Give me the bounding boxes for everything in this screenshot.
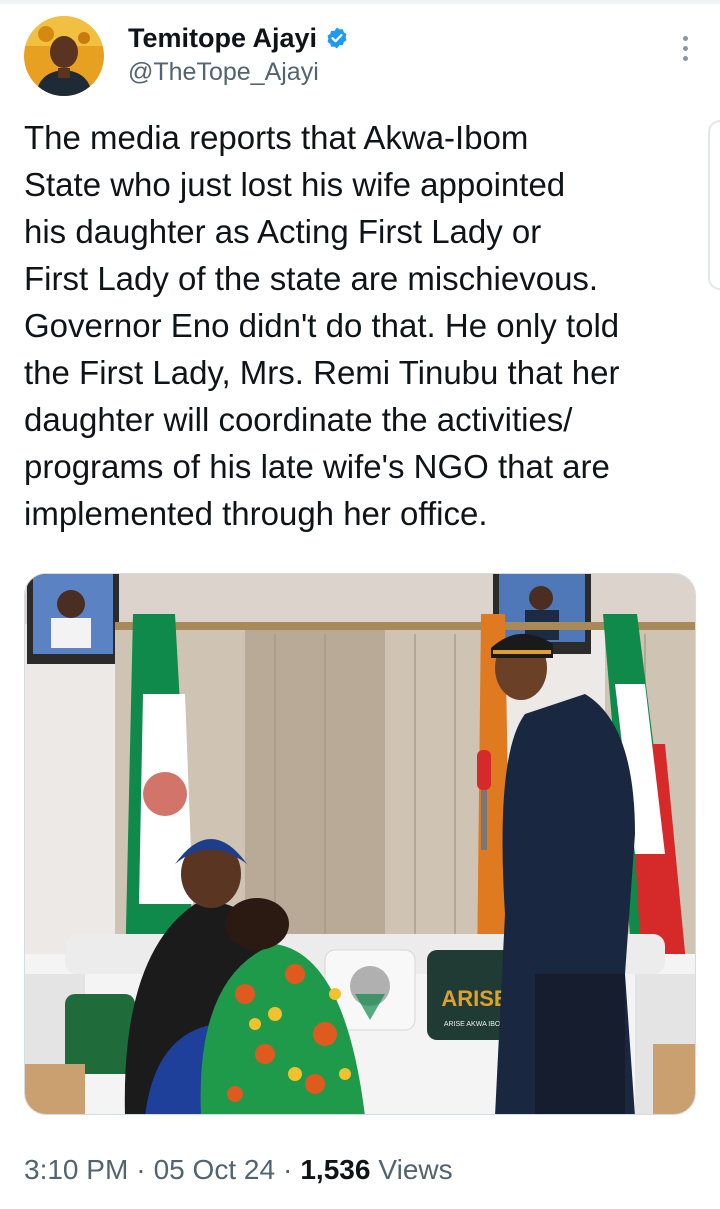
pillow-arise-subtext: ARISE AKWA IBOM xyxy=(444,1021,507,1028)
tweet-date[interactable]: 05 Oct 24 xyxy=(154,1154,275,1186)
photo-image: ARISE ARISE AKWA IBOM xyxy=(25,574,695,1114)
verified-badge-icon xyxy=(325,26,349,50)
more-vertical-icon[interactable] xyxy=(678,36,692,66)
pillow-arise-text: ARISE xyxy=(441,986,508,1011)
author-handle[interactable]: @TheTope_Ajayi xyxy=(128,58,349,87)
meta-separator: · xyxy=(283,1154,293,1185)
tweet-media-photo[interactable]: ARISE ARISE AKWA IBOM xyxy=(24,573,696,1115)
views-count[interactable]: 1,536 xyxy=(300,1154,370,1186)
tweet-text: The media reports that Akwa-Ibom State w… xyxy=(24,119,620,532)
tweet-header: Temitope Ajayi @TheTope_Ajayi xyxy=(24,16,704,100)
tweet-meta: 3:10 PM · 05 Oct 24 · 1,536 Views xyxy=(24,1154,453,1186)
author-avatar[interactable] xyxy=(24,16,104,96)
top-divider xyxy=(0,0,720,4)
author-names: Temitope Ajayi @TheTope_Ajayi xyxy=(128,20,349,87)
author-display-name[interactable]: Temitope Ajayi xyxy=(128,23,317,54)
display-name-row: Temitope Ajayi xyxy=(128,20,349,56)
meta-separator: · xyxy=(136,1154,146,1185)
tweet-time[interactable]: 3:10 PM xyxy=(24,1154,128,1186)
views-label: Views xyxy=(378,1154,453,1185)
side-scroll-handle[interactable] xyxy=(708,120,720,290)
avatar-image xyxy=(24,16,104,96)
